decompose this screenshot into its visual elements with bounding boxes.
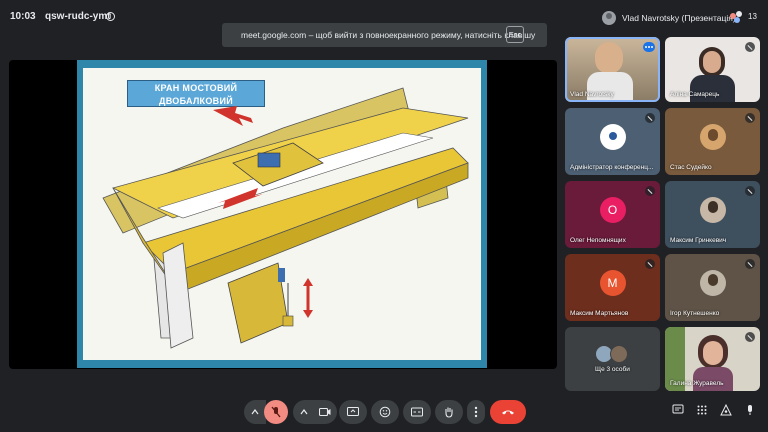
info-icon[interactable]: i [106,12,115,21]
others-avatars [595,345,631,363]
participant-name: Олег Непомнящих [570,237,626,244]
participant-name: Стас Судейко [670,164,712,171]
video-options-button[interactable] [293,400,315,424]
participant-name: Галина Журавель [670,380,724,387]
speaking-indicator-icon [643,42,655,52]
participant-count: 13 [748,11,757,21]
emoji-icon [379,406,391,418]
participant-name: Адміністратор конференц... [570,164,654,171]
avatar: О [599,196,626,223]
avatar-letter: О [607,202,618,217]
audio-options-button[interactable] [244,400,266,424]
participant-tile[interactable]: Vlad Navrotsky [565,37,660,102]
captions-button[interactable] [403,400,431,424]
participant-name: Ігор Кутнешенко [670,310,720,317]
slide-canvas: КРАН МОСТОВИЙ ДВОБАЛКОВИЙ [83,68,481,360]
participants-button[interactable]: 13 [730,9,757,23]
more-vert-icon [474,406,478,418]
camera-toggle-button[interactable] [313,400,337,424]
participant-name: Максим Мартьянов [570,310,629,317]
others-label: Ще 3 особи [595,366,630,373]
avatar-letter: M [607,275,618,290]
mic-off-icon [745,259,755,269]
captions-icon [411,407,423,417]
participant-name: Аліна Самарець [670,91,720,98]
participant-name: Vlad Navrotsky [570,91,614,98]
avatar [699,269,726,296]
mic-off-icon [745,332,755,342]
activities-icon[interactable] [696,404,708,416]
shared-slide: КРАН МОСТОВИЙ ДВОБАЛКОВИЙ [77,60,487,368]
fullscreen-message: meet.google.com – щоб вийти з повноекран… [241,30,536,40]
participant-name: Максим Гринкевич [670,237,727,244]
mic-off-icon [645,259,655,269]
mic-off-icon [745,42,755,52]
host-controls-icon[interactable] [720,404,732,416]
participant-tile[interactable]: M Максим Мартьянов [565,254,660,321]
participant-tile[interactable]: Адміністратор конференц... [565,108,660,175]
mic-icon[interactable] [744,404,756,416]
presenter-chip[interactable]: Vlad Navrotsky (Презентація) [602,10,736,26]
others-tile[interactable]: Ще 3 особи [565,327,660,391]
mic-off-icon [271,406,281,418]
esc-key: Esc [506,26,524,43]
avatar: M [599,269,626,296]
avatar [699,123,726,150]
presenter-name: Vlad Navrotsky (Презентація) [622,13,736,23]
avatar [599,123,626,150]
present-button[interactable] [339,400,367,424]
meeting-code: qsw-rudc-ymt [45,11,111,22]
call-end-icon [502,410,514,415]
raise-hand-button[interactable] [435,400,463,424]
camera-icon [319,407,331,417]
present-icon [347,407,359,416]
leave-call-button[interactable] [490,400,526,424]
mic-off-icon [745,186,755,196]
mic-off-icon [745,113,755,123]
participant-tile[interactable]: Стас Судейко [665,108,760,175]
clock: 10:03 [10,11,36,22]
crane-illustration [102,87,469,349]
emoji-button[interactable] [371,400,399,424]
participant-tile[interactable]: Ігор Кутнешенко [665,254,760,321]
participant-tile[interactable]: О Олег Непомнящих [565,181,660,248]
participant-tile[interactable]: Аліна Самарець [665,37,760,102]
avatar [699,196,726,223]
people-icon [730,9,744,23]
control-bar [0,398,768,426]
mic-off-icon [645,113,655,123]
more-options-button[interactable] [467,400,485,424]
chat-icon[interactable] [672,404,684,416]
participant-tile[interactable]: Максим Гринкевич [665,181,760,248]
presenter-avatar [602,11,616,25]
mic-off-icon [645,186,655,196]
hand-icon [445,407,453,418]
mic-toggle-button[interactable] [264,400,288,424]
participant-tile[interactable]: Галина Журавель [665,327,760,391]
fullscreen-banner: meet.google.com – щоб вийти з повноекран… [222,23,547,47]
